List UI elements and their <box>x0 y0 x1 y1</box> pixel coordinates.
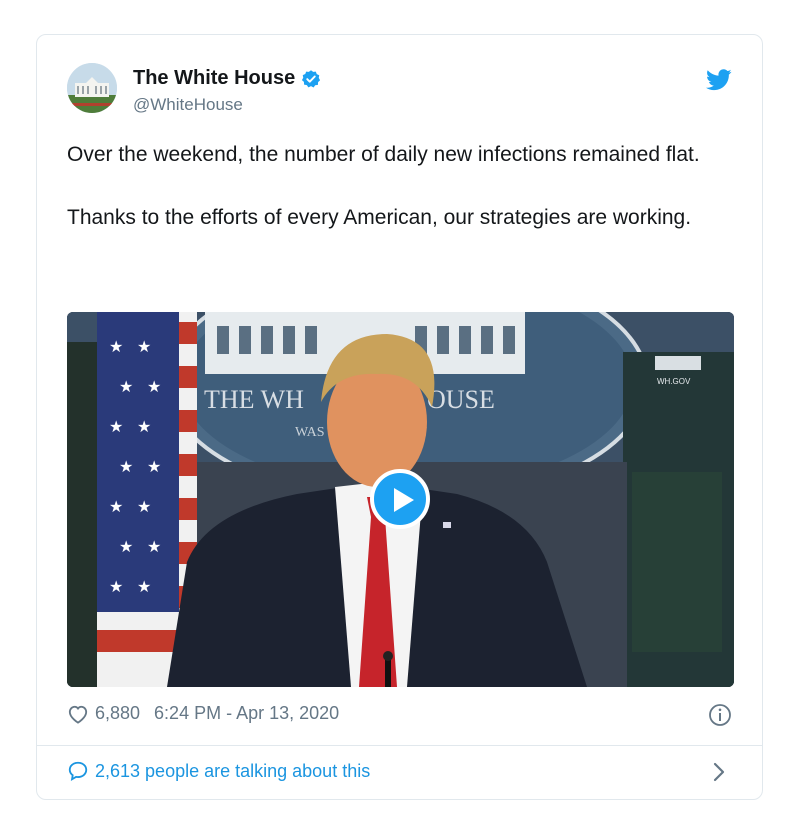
svg-text:★: ★ <box>109 577 123 596</box>
conversation-label[interactable]: 2,613 people are talking about this <box>95 761 370 782</box>
twitter-bird-icon[interactable] <box>706 69 732 91</box>
video-player[interactable]: THE WH OUSE WAS N WH.GOV ★★ <box>67 312 734 687</box>
handle[interactable]: @WhiteHouse <box>133 95 243 115</box>
info-icon[interactable] <box>708 703 732 727</box>
svg-text:★: ★ <box>109 497 123 516</box>
avatar[interactable] <box>67 63 117 113</box>
tweet-paragraph: Thanks to the efforts of every American,… <box>67 206 692 229</box>
svg-text:★: ★ <box>137 577 151 596</box>
tweet-meta: 6,880 6:24 PM - Apr 13, 2020 <box>67 703 339 724</box>
svg-text:★: ★ <box>137 417 151 436</box>
play-icon <box>394 488 414 512</box>
play-button[interactable] <box>370 469 430 529</box>
heart-icon[interactable] <box>67 704 89 724</box>
svg-text:★: ★ <box>137 497 151 516</box>
svg-text:★: ★ <box>147 377 161 396</box>
svg-text:★: ★ <box>119 377 133 396</box>
white-house-avatar-icon <box>67 63 117 113</box>
tweet-text: Over the weekend, the number of daily ne… <box>67 139 737 265</box>
svg-text:★: ★ <box>109 337 123 356</box>
tweet-card: The White House @WhiteHouse Over the wee… <box>36 34 763 800</box>
author-name-row[interactable]: The White House <box>133 67 321 90</box>
chevron-right-icon[interactable] <box>712 761 726 783</box>
svg-text:★: ★ <box>119 537 133 556</box>
svg-text:OUSE: OUSE <box>427 385 495 414</box>
like-count[interactable]: 6,880 <box>95 703 140 724</box>
wh-gov-watermark: WH.GOV <box>657 377 691 386</box>
svg-text:★: ★ <box>119 457 133 476</box>
seal-text-top: THE WH <box>204 385 304 414</box>
svg-text:★: ★ <box>147 537 161 556</box>
svg-text:★: ★ <box>109 417 123 436</box>
tweet-paragraph: Over the weekend, the number of daily ne… <box>67 143 700 166</box>
conversation-link[interactable]: 2,613 people are talking about this <box>67 760 370 782</box>
svg-text:★: ★ <box>147 457 161 476</box>
display-name[interactable]: The White House <box>133 67 295 90</box>
svg-text:WAS: WAS <box>295 425 325 440</box>
verified-badge-icon <box>302 69 321 87</box>
timestamp[interactable]: 6:24 PM - Apr 13, 2020 <box>154 703 339 724</box>
speech-bubble-icon <box>68 761 88 782</box>
svg-text:★: ★ <box>137 337 151 356</box>
divider <box>37 745 762 746</box>
